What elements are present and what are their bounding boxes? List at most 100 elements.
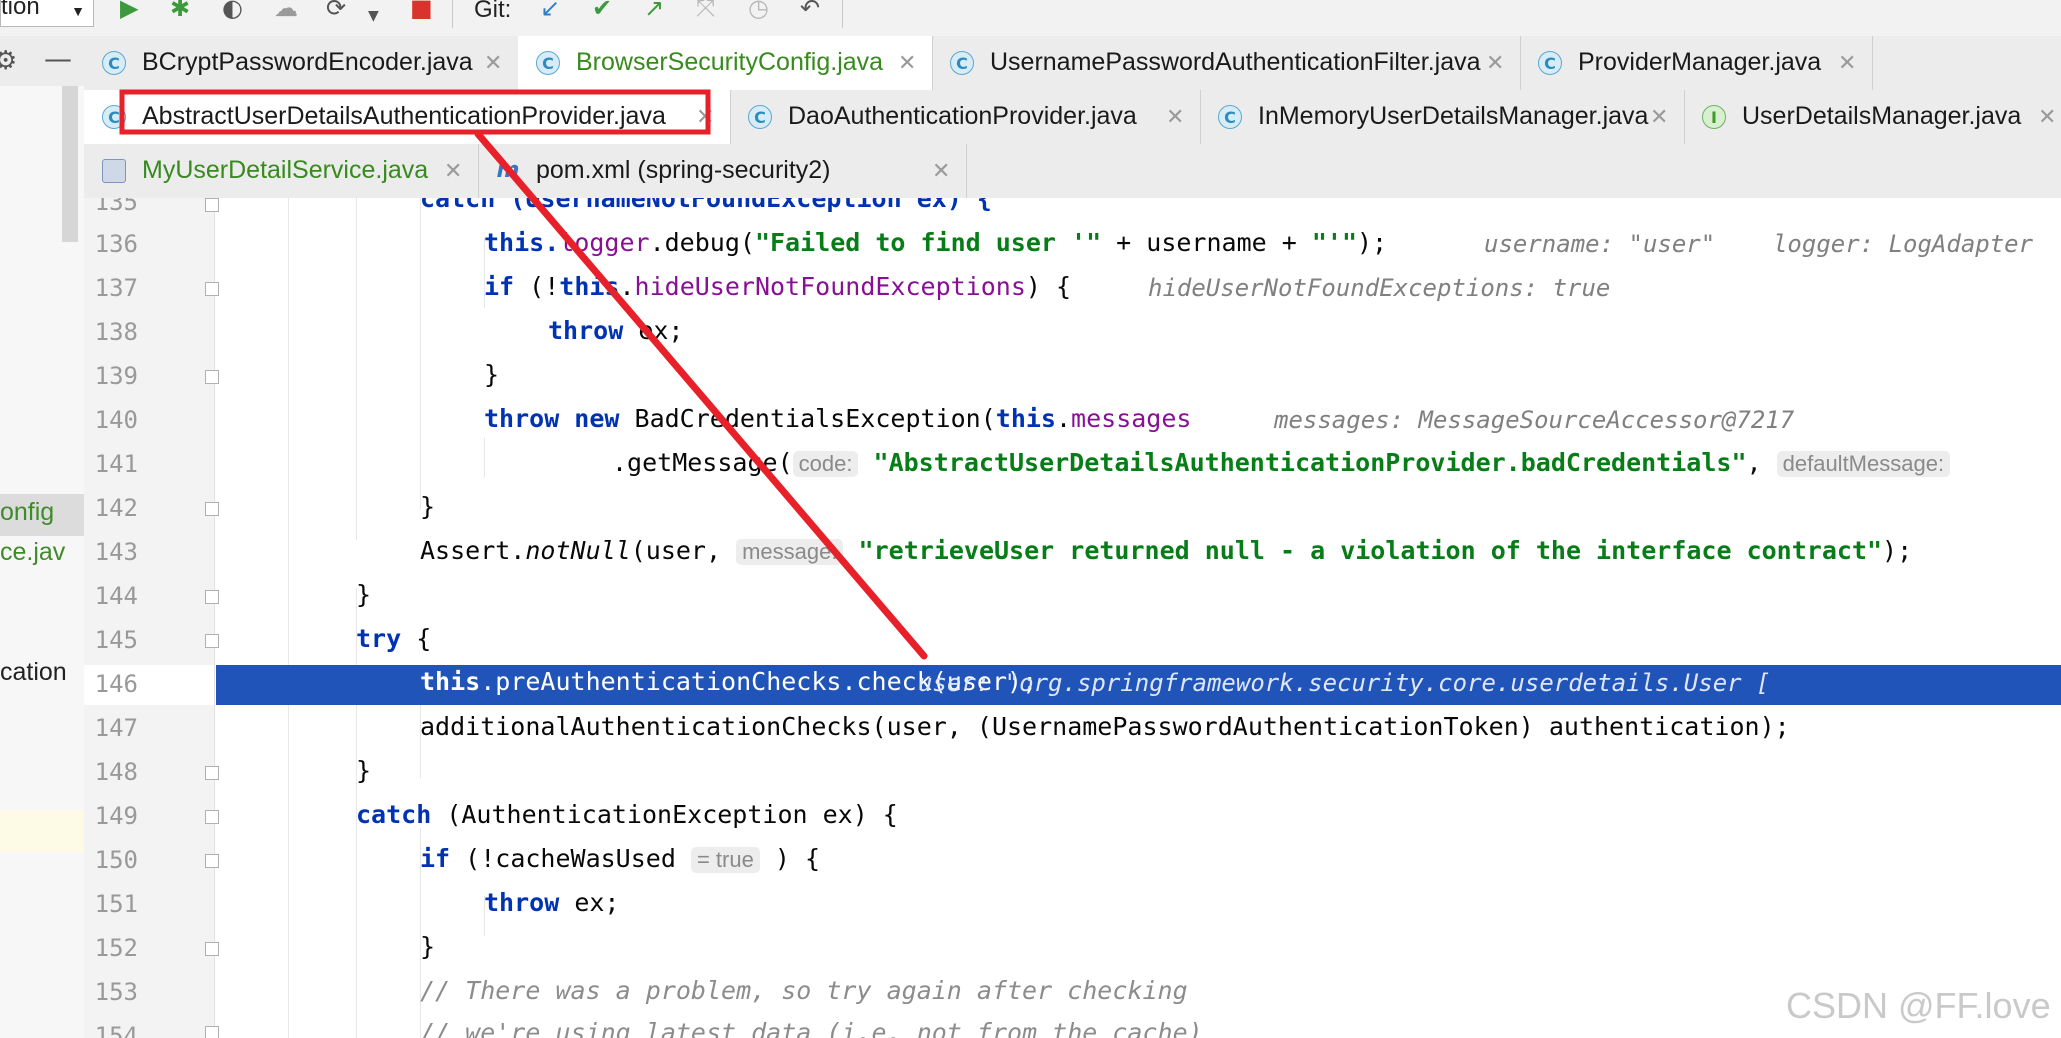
indent-guide <box>356 198 357 540</box>
tab-label: BrowserSecurityConfig.java <box>576 48 884 76</box>
fold-marker[interactable] <box>205 854 219 868</box>
toolbar-divider <box>842 0 843 28</box>
fold-marker[interactable] <box>205 634 219 648</box>
close-icon[interactable]: ✕ <box>1650 104 1668 130</box>
sidebar-item-label: onfig <box>0 498 55 526</box>
line-number: 144 <box>94 582 138 610</box>
code-line-135: catch (UsernameNotFoundException ex) { <box>420 198 992 213</box>
line-number: 143 <box>94 538 138 566</box>
tab-browsersecurityconfig[interactable]: C BrowserSecurityConfig.java ✕ <box>518 36 933 90</box>
tab-label: UsernamePasswordAuthenticationFilter.jav… <box>990 48 1481 76</box>
fold-divider <box>288 198 289 1038</box>
tab-usernamepasswordauthenticationfilter[interactable]: C UsernamePasswordAuthenticationFilter.j… <box>932 36 1521 90</box>
debug-icon[interactable]: ✱ <box>170 0 190 20</box>
code-line-145: try { <box>356 624 432 653</box>
editor-tab-row-3: MyUserDetailService.java ✕ m pom.xml (sp… <box>84 144 2061 199</box>
code-editor[interactable]: this.preAuthenticationChecks.check(user)… <box>84 198 2061 1038</box>
code-line-152: } <box>420 932 436 961</box>
run-with-options-icon[interactable]: ⟳ <box>326 0 346 20</box>
tab-label: DaoAuthenticationProvider.java <box>788 102 1137 130</box>
line-number: 142 <box>94 494 138 522</box>
fold-marker[interactable] <box>205 370 219 384</box>
line-number: 149 <box>94 802 138 830</box>
tab-userdetailsmanager[interactable]: I UserDetailsManager.java ✕ <box>1684 90 2061 144</box>
tab-bcryptpasswordencoder[interactable]: C BCryptPasswordEncoder.java ✕ <box>84 36 519 90</box>
git-history-icon[interactable]: ◷ <box>748 0 769 20</box>
tab-inmemoryuserdetailsmanager[interactable]: C InMemoryUserDetailsManager.java ✕ <box>1200 90 1685 144</box>
close-icon[interactable]: ✕ <box>932 158 950 184</box>
close-icon[interactable]: ✕ <box>444 158 462 184</box>
fold-marker[interactable] <box>205 198 219 212</box>
run-icon[interactable]: ▶ <box>120 0 138 20</box>
tab-daoauthenticationprovider[interactable]: C DaoAuthenticationProvider.java ✕ <box>730 90 1201 144</box>
stop-icon[interactable]: ■ <box>410 0 433 20</box>
code-line-149: catch (AuthenticationException ex) { <box>356 800 898 829</box>
fold-marker[interactable] <box>205 942 219 956</box>
line-number: 151 <box>94 890 138 918</box>
fold-marker[interactable] <box>205 590 219 604</box>
close-icon[interactable]: ✕ <box>696 104 714 130</box>
main-toolbar: tion ▼ ▶ ✱ ◐ ☁ ⟳ ▼ ■ Git: ↙ ✔ ↗ ⤧ ◷ ↶ <box>0 0 2061 37</box>
parameter-hint: defaultMessage: <box>1776 451 1951 477</box>
interface-icon: I <box>1702 105 1726 129</box>
close-icon[interactable]: ✕ <box>1486 50 1504 76</box>
close-icon[interactable]: ✕ <box>1838 50 1856 76</box>
minimize-icon[interactable]: — <box>44 42 72 75</box>
code-line-147: additionalAuthenticationChecks(user, (Us… <box>420 712 1790 741</box>
coverage-icon[interactable]: ◐ <box>222 0 243 20</box>
tab-abstractuserdetailsauthenticationprovider[interactable]: C AbstractUserDetailsAuthenticationProvi… <box>84 90 731 144</box>
sidebar-item-row[interactable] <box>0 810 84 852</box>
git-commit-icon[interactable]: ✔ <box>592 0 612 20</box>
current-execution-line: this.preAuthenticationChecks.check(user)… <box>216 665 2061 705</box>
code-line-143: Assert.notNull(user, message: "retrieveU… <box>420 536 1913 565</box>
tab-label: InMemoryUserDetailsManager.java <box>1258 102 1649 130</box>
run-configuration-label: tion <box>1 0 40 20</box>
run-configuration-select[interactable]: tion ▼ <box>0 0 94 27</box>
fold-marker[interactable] <box>205 502 219 516</box>
tab-label: BCryptPasswordEncoder.java <box>142 48 473 76</box>
close-icon[interactable]: ✕ <box>484 50 502 76</box>
inline-debug-value: username: "user" logger: LogAdapter <box>1484 230 2034 258</box>
tab-providermanager[interactable]: C ProviderManager.java ✕ <box>1520 36 1873 90</box>
indent-guide <box>484 438 485 478</box>
close-icon[interactable]: ✕ <box>2038 104 2056 130</box>
git-merge-icon[interactable]: ⤧ <box>696 0 715 20</box>
git-push-icon[interactable]: ↗ <box>644 0 664 20</box>
sidebar-item-row[interactable]: onfig <box>0 494 84 536</box>
profiler-icon[interactable]: ☁ <box>274 0 298 20</box>
tab-myuserdetailservice[interactable]: MyUserDetailService.java ✕ <box>84 144 479 198</box>
fold-marker[interactable] <box>205 810 219 824</box>
code-line-137: if (!this.hideUserNotFoundExceptions) { <box>484 272 1072 301</box>
git-update-icon[interactable]: ↙ <box>540 0 560 20</box>
class-icon: C <box>102 51 126 75</box>
watermark: CSDN @FF.love <box>1786 985 2051 1026</box>
code-line-139: } <box>484 360 500 389</box>
class-icon: C <box>950 51 974 75</box>
indent-guide <box>420 198 421 510</box>
code-line-140: throw new BadCredentialsException(this.m… <box>484 404 1192 433</box>
close-icon[interactable]: ✕ <box>898 50 916 76</box>
gear-icon[interactable]: ⚙ <box>0 46 17 76</box>
editor-tab-row-2: C AbstractUserDetailsAuthenticationProvi… <box>84 90 2061 145</box>
tab-pom-xml[interactable]: m pom.xml (spring-security2) ✕ <box>478 144 967 198</box>
line-number: 153 <box>94 978 138 1006</box>
git-rollback-icon[interactable]: ↶ <box>800 0 820 20</box>
tab-label: MyUserDetailService.java <box>142 156 429 184</box>
sidebar-item-label[interactable]: cation <box>0 658 67 687</box>
toolbar-divider <box>452 0 453 28</box>
code-line-141: .getMessage(code: "AbstractUserDetailsAu… <box>612 448 1951 477</box>
inline-value-hint: = true <box>690 847 760 873</box>
chevron-down-icon[interactable]: ▼ <box>368 4 379 28</box>
fold-marker[interactable] <box>205 1026 219 1038</box>
parameter-hint: message: <box>736 539 844 565</box>
sidebar-scrollbar[interactable] <box>62 86 78 242</box>
code-line-142: } <box>420 492 436 521</box>
code-line-151: throw ex; <box>484 888 620 917</box>
sidebar-item-label[interactable]: ce.jav <box>0 538 65 567</box>
fold-marker[interactable] <box>205 282 219 296</box>
code-line-138: throw ex; <box>548 316 684 345</box>
fold-marker[interactable] <box>205 766 219 780</box>
close-icon[interactable]: ✕ <box>1166 104 1184 130</box>
code-line-154: // we're using latest data (i.e. not fro… <box>420 1018 1203 1038</box>
line-number: 148 <box>94 758 138 786</box>
